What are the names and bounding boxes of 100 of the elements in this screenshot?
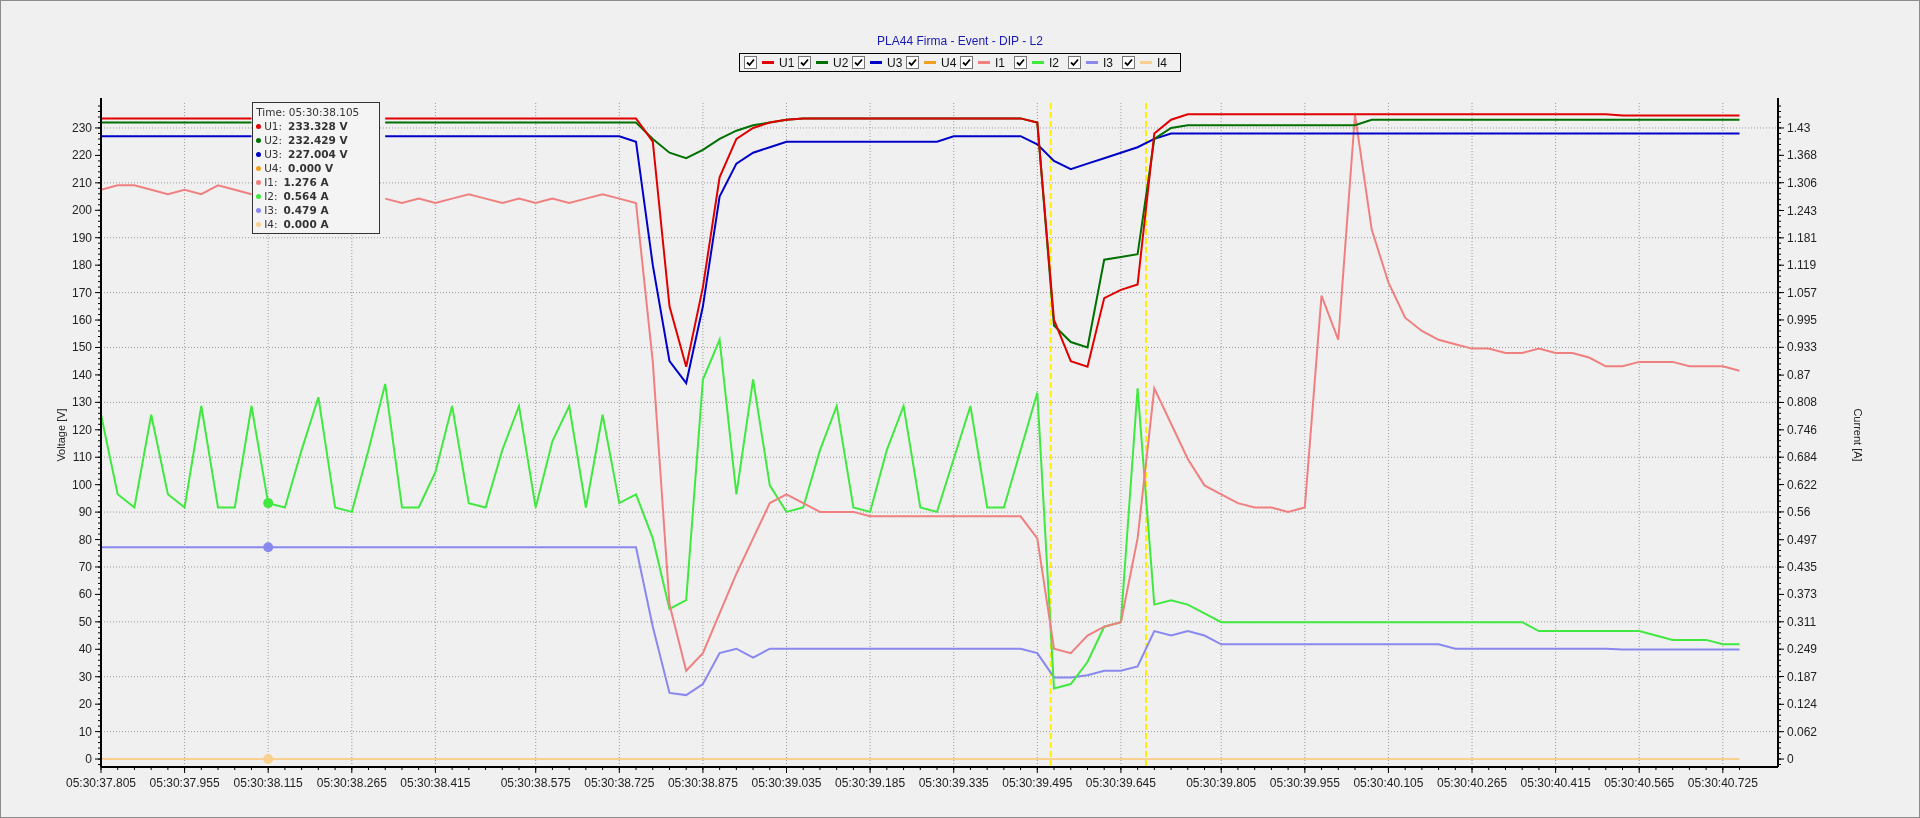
axis-tick-label: 1.181 — [1787, 230, 1818, 245]
checkmark-icon — [1016, 58, 1025, 67]
axis-title: Voltage [V] — [55, 408, 67, 462]
legend-checkbox[interactable] — [1122, 56, 1135, 69]
tooltip-label: I4: — [264, 217, 278, 231]
axis-tick-label: 05:30:38.415 — [400, 776, 471, 790]
legend-label: I3 — [1103, 55, 1113, 70]
axis-tick-label: 190 — [71, 230, 92, 245]
axis-tick-label: 1.306 — [1787, 175, 1818, 190]
axis-tick-label: 05:30:40.265 — [1437, 776, 1508, 790]
axis-tick-label: 05:30:37.805 — [65, 776, 137, 790]
hover-point — [263, 498, 274, 509]
axis-tick-label: 0.933 — [1787, 340, 1818, 355]
axis-tick-label: 0.311 — [1787, 614, 1817, 629]
axis-tick-label: 1.243 — [1787, 203, 1818, 218]
tooltip-value: 0.000 V — [288, 161, 334, 175]
axis-tick-label: 170 — [71, 285, 92, 300]
checkmark-icon — [800, 58, 809, 67]
legend-checkbox[interactable] — [1014, 56, 1027, 69]
legend-checkbox[interactable] — [960, 56, 973, 69]
axis-tick-label: 0.746 — [1787, 422, 1818, 437]
checkmark-icon — [746, 58, 755, 67]
tooltip-value: 0.000 A — [283, 217, 329, 231]
tooltip-value: 1.276 A — [283, 175, 329, 189]
axis-tick-label: 110 — [72, 450, 92, 465]
legend-label: U4 — [941, 55, 957, 70]
legend-checkbox[interactable] — [744, 56, 757, 69]
checkmark-icon — [908, 58, 917, 67]
axis-tick-label: 20 — [78, 697, 92, 712]
axis-tick-label: 05:30:38.725 — [584, 776, 655, 790]
axis-tick-label: 230 — [71, 120, 92, 135]
axis-tick-label: 05:30:39.035 — [751, 776, 822, 790]
axis-tick-label: 05:30:40.105 — [1353, 776, 1424, 790]
axis-tick-label: 0.187 — [1787, 669, 1818, 684]
axis-tick-label: 05:30:39.335 — [918, 776, 989, 790]
axis-tick-label: 0.56 — [1787, 504, 1811, 519]
legend-checkbox[interactable] — [798, 56, 811, 69]
axis-tick-label: 0 — [1787, 752, 1794, 767]
legend-label: I4 — [1157, 55, 1167, 70]
tooltip-label: I1: — [264, 175, 278, 189]
chart-title: PLA44 Firma - Event - DIP - L2 — [877, 34, 1043, 48]
axis-tick-label: 30 — [78, 669, 92, 684]
axis-tick-label: 05:30:38.575 — [500, 776, 571, 790]
axis-tick-label: 120 — [71, 422, 92, 437]
axis-tick-label: 0 — [85, 752, 92, 767]
axis-tick-label: 90 — [78, 505, 92, 520]
legend-label: U1 — [779, 55, 795, 70]
axis-tick-label: 05:30:38.265 — [316, 776, 387, 790]
axis-tick-label: 0.622 — [1787, 477, 1818, 492]
tooltip-value: 0.564 A — [283, 189, 329, 203]
axis-tick-label: 0.684 — [1787, 450, 1818, 465]
axis-tick-label: 210 — [71, 175, 92, 190]
axis-tick-label: 05:30:39.185 — [835, 776, 906, 790]
axis-tick-label: 70 — [78, 560, 92, 574]
axis-tick-label: 60 — [78, 587, 92, 602]
axis-tick-label: 05:30:40.565 — [1604, 776, 1675, 790]
axis-tick-label: 05:30:39.955 — [1269, 776, 1340, 790]
axis-tick-label: 05:30:38.875 — [667, 776, 738, 790]
axis-tick-label: 05:30:38.115 — [233, 776, 303, 790]
axis-tick-label: 1.119 — [1787, 258, 1817, 273]
axis-tick-label: 0.373 — [1787, 587, 1818, 602]
tooltip-value: 232.429 V — [288, 133, 348, 147]
legend-label: U2 — [833, 55, 849, 70]
tooltip-value: 0.479 A — [283, 203, 329, 217]
axis-tick-label: 05:30:40.725 — [1687, 776, 1758, 790]
axis-tick-label: 10 — [78, 724, 92, 739]
legend-checkbox[interactable] — [1068, 56, 1081, 69]
axis-tick-label: 200 — [71, 203, 92, 218]
axis-tick-label: 180 — [71, 258, 92, 273]
tooltip-label: U1: — [264, 119, 283, 133]
axis-tick-label: 0.062 — [1787, 724, 1818, 739]
tooltip-value: 227.004 V — [288, 147, 348, 161]
axis-tick-label: 1.057 — [1787, 285, 1818, 300]
tooltip-time: Time: 05:30:38.105 — [256, 105, 361, 119]
legend-label: U3 — [887, 55, 903, 70]
hover-point — [263, 754, 274, 765]
axis-tick-label: 50 — [78, 614, 92, 629]
axis-tick-label: 05:30:39.805 — [1186, 776, 1257, 790]
axis-tick-label: 80 — [78, 532, 92, 547]
axis-tick-label: 0.995 — [1787, 312, 1818, 327]
axis-tick-label: 0.87 — [1787, 368, 1811, 383]
tooltip-label: U3: — [264, 147, 283, 161]
tooltip-label: U2: — [264, 133, 283, 147]
checkmark-icon — [1070, 58, 1079, 67]
axis-tick-label: 0.124 — [1787, 697, 1818, 712]
legend-checkbox[interactable] — [852, 56, 865, 69]
legend-checkbox[interactable] — [906, 56, 919, 69]
axis-title: Current [A] — [1852, 408, 1864, 462]
tooltip-label: I2: — [264, 189, 278, 203]
tooltip-value: 233.328 V — [288, 119, 348, 133]
axis-tick-label: 220 — [71, 148, 92, 163]
axis-tick-label: 0.497 — [1787, 532, 1818, 547]
tooltip-label: U4: — [264, 161, 283, 175]
axis-tick-label: 1.368 — [1787, 148, 1818, 163]
axis-tick-label: 130 — [71, 395, 92, 410]
axis-tick-label: 0.435 — [1787, 560, 1818, 575]
axis-tick-label: 40 — [78, 642, 92, 657]
hover-point — [263, 542, 274, 553]
axis-tick-label: 0.249 — [1787, 642, 1818, 657]
checkmark-icon — [854, 58, 863, 67]
